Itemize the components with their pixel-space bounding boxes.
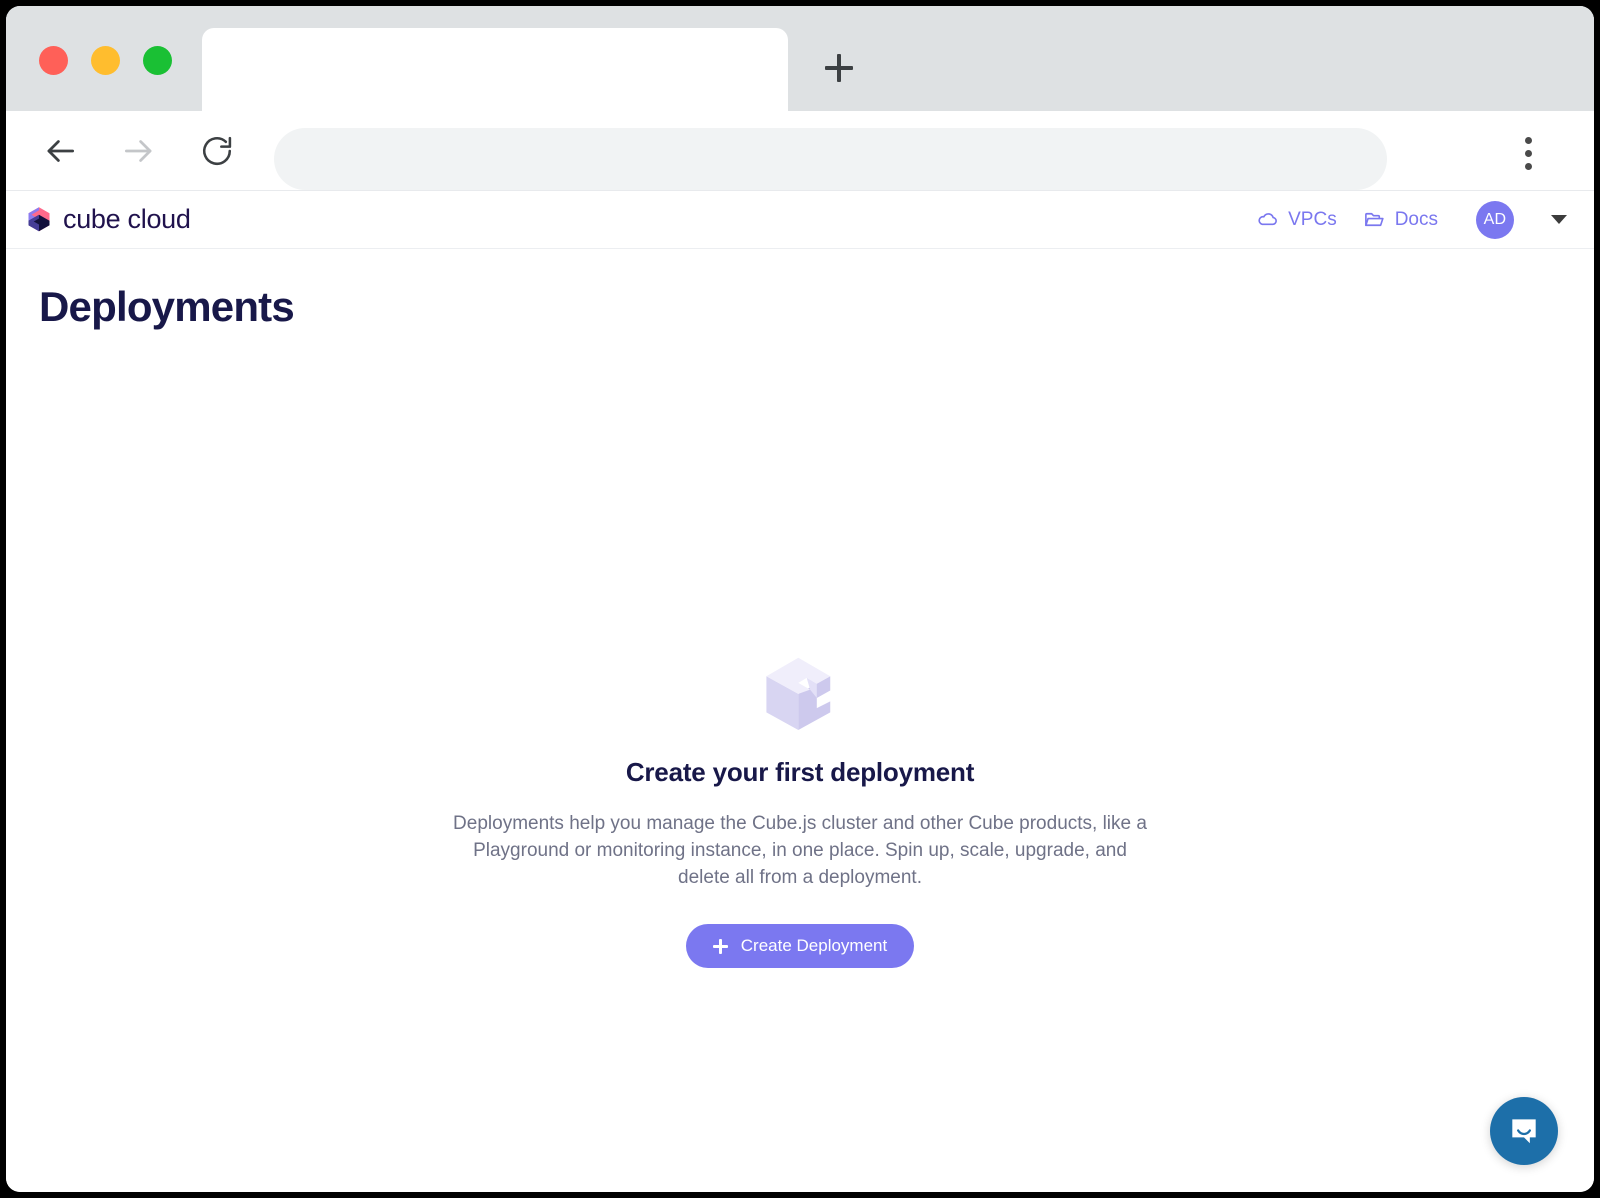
close-window-button[interactable] <box>39 46 68 75</box>
back-arrow-icon[interactable] <box>39 130 81 172</box>
chat-bubble-icon <box>1512 1119 1536 1144</box>
cube-logo-icon <box>28 206 50 231</box>
browser-tab-strip <box>6 6 1594 111</box>
nav-link-label: VPCs <box>1288 208 1337 230</box>
nav-link-label: Docs <box>1394 208 1438 230</box>
folder-icon <box>1364 212 1384 227</box>
create-deployment-button[interactable]: Create Deployment <box>685 924 915 968</box>
brand-logo[interactable]: cube cloud <box>24 205 191 235</box>
plus-icon <box>712 938 728 954</box>
app-header: cube cloud VPCs Docs AD <box>6 191 1594 249</box>
minimize-window-button[interactable] <box>91 46 120 75</box>
kebab-dot <box>1524 150 1532 157</box>
browser-toolbar <box>6 111 1594 191</box>
empty-state: Create your first deployment Deployments… <box>6 651 1594 968</box>
browser-window: cube cloud VPCs Docs AD Deployments Crea… <box>6 6 1594 1192</box>
header-nav: VPCs Docs AD <box>1256 200 1567 239</box>
empty-state-body: Deployments help you manage the Cube.js … <box>453 813 1147 888</box>
page-viewport: cube cloud VPCs Docs AD Deployments Crea… <box>6 191 1594 1192</box>
cube-box-illustration <box>766 657 831 730</box>
new-tab-icon[interactable] <box>818 47 860 89</box>
address-bar[interactable] <box>274 128 1387 190</box>
kebab-menu-icon[interactable] <box>1524 137 1532 170</box>
nav-link-vpcs[interactable]: VPCs <box>1256 208 1337 231</box>
forward-arrow-icon[interactable] <box>118 130 160 172</box>
chevron-down-icon[interactable] <box>1551 215 1567 224</box>
kebab-dot <box>1524 137 1532 144</box>
maximize-window-button[interactable] <box>143 46 172 75</box>
window-traffic-lights <box>39 46 172 75</box>
empty-state-heading: Create your first deployment <box>625 757 975 787</box>
create-deployment-label: Create Deployment <box>740 936 888 955</box>
brand-name: cube cloud <box>63 204 191 234</box>
kebab-dot <box>1524 163 1532 170</box>
cloud-icon <box>1258 213 1278 226</box>
reload-icon[interactable] <box>196 130 238 172</box>
nav-link-docs[interactable]: Docs <box>1363 208 1438 231</box>
avatar[interactable]: AD <box>1476 200 1514 239</box>
browser-tab-active[interactable] <box>202 28 788 111</box>
chat-launcher-button[interactable] <box>1490 1097 1558 1165</box>
page-title: Deployments <box>39 283 295 330</box>
